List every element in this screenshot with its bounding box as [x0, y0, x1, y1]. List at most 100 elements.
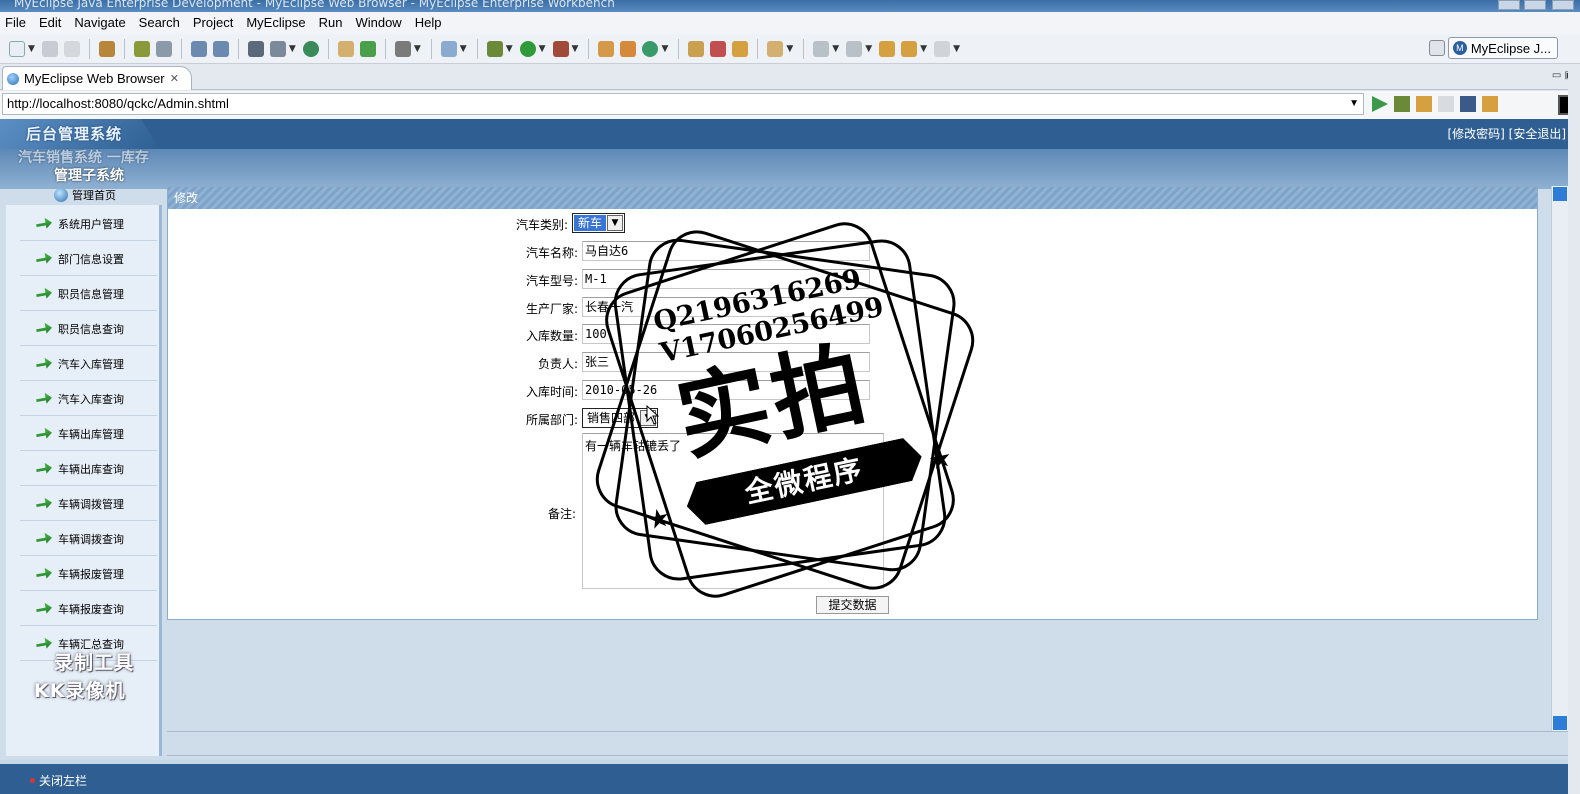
home-link[interactable]: 管理首页 [54, 187, 116, 203]
snapshot-icon[interactable] [394, 40, 411, 57]
snapshot-dropdown-icon[interactable]: ▼ [414, 44, 421, 54]
quantity-input[interactable]: 100 [582, 324, 870, 344]
open-folder2-icon[interactable] [767, 40, 784, 57]
bug-icon[interactable] [133, 40, 150, 57]
menu-file[interactable]: File [0, 12, 34, 34]
next-annotation-dropdown-icon[interactable]: ▼ [832, 44, 839, 54]
refresh-folder-icon[interactable] [359, 40, 376, 57]
debug-icon[interactable] [486, 40, 503, 57]
open-resource-icon[interactable] [710, 40, 727, 57]
open-folder2-dropdown-icon[interactable]: ▼ [786, 44, 793, 54]
sidebar-item-vehicle-outbound-management[interactable]: 车辆出库管理 [20, 417, 157, 451]
new-dropdown-icon[interactable]: ▼ [28, 44, 35, 54]
server-dropdown-icon[interactable]: ▼ [289, 44, 296, 54]
save-icon[interactable] [41, 40, 58, 57]
sidebar-item-label: 汽车入库查询 [58, 392, 124, 406]
external-tools-dropdown-icon[interactable]: ▼ [572, 44, 579, 54]
last-edit-icon[interactable] [879, 40, 896, 57]
car-model-input[interactable]: M-1 [582, 269, 870, 289]
manufacturer-input[interactable]: 长春一汽 [582, 297, 870, 317]
car-type-select[interactable]: 新车 ▼ [572, 213, 626, 233]
window-maximize-button[interactable] [1524, 0, 1546, 10]
sidebar-item-label: 车辆出库查询 [58, 462, 124, 476]
sidebar-item-vehicle-outbound-query[interactable]: 车辆出库查询 [20, 452, 157, 486]
forward-icon[interactable] [934, 40, 951, 57]
menu-myeclipse[interactable]: MyEclipse [241, 12, 313, 34]
run-icon[interactable] [519, 40, 536, 57]
new-project-icon[interactable] [598, 40, 615, 57]
debug-dropdown-icon[interactable]: ▼ [506, 44, 513, 54]
url-dropdown-icon[interactable]: ▼ [1349, 94, 1359, 114]
new-class-icon[interactable] [440, 40, 457, 57]
divider [167, 755, 1568, 756]
new-icon[interactable] [9, 40, 25, 57]
sidebar-item-department-settings[interactable]: 部门信息设置 [20, 242, 157, 276]
favorites-icon[interactable] [1394, 96, 1410, 112]
forward-dropdown-icon[interactable]: ▼ [953, 44, 960, 54]
external-tools-icon[interactable] [552, 40, 569, 57]
open-type-icon[interactable] [688, 40, 705, 57]
deploy-icon[interactable] [247, 40, 264, 57]
window-close-button[interactable] [1552, 0, 1574, 10]
new-web-icon[interactable] [642, 40, 659, 57]
sidebar-item-car-inbound-management[interactable]: 汽车入库管理 [20, 347, 157, 381]
new-package-icon[interactable] [620, 40, 637, 57]
back-dropdown-icon[interactable]: ▼ [920, 44, 927, 54]
browser-forward-icon[interactable] [1438, 96, 1454, 112]
open-folder-icon[interactable] [337, 40, 354, 57]
package-icon[interactable] [98, 40, 115, 57]
prev-annotation-dropdown-icon[interactable]: ▼ [865, 44, 872, 54]
robot-icon[interactable] [155, 40, 172, 57]
browser-refresh-icon[interactable] [1482, 96, 1498, 112]
browser-back-icon[interactable] [1416, 96, 1432, 112]
sidebar-item-vehicle-transfer-management[interactable]: 车辆调拨管理 [20, 487, 157, 521]
scroll-down-icon[interactable] [1553, 716, 1567, 730]
sidebar-item-vehicle-scrap-management[interactable]: 车辆报废管理 [20, 557, 157, 591]
globe-icon[interactable] [302, 40, 319, 57]
menu-edit[interactable]: Edit [34, 12, 69, 34]
sidebar-item-vehicle-transfer-query[interactable]: 车辆调拨查询 [20, 522, 157, 556]
tab-web-browser[interactable]: MyEclipse Web Browser ✕ [2, 66, 192, 90]
print-icon[interactable] [63, 40, 80, 57]
menu-window[interactable]: Window [350, 12, 409, 34]
perspective-switcher[interactable]: M MyEclipse J... [1447, 37, 1558, 59]
scroll-up-icon[interactable] [1553, 187, 1567, 201]
menu-navigate[interactable]: Navigate [69, 12, 133, 34]
chevron-down-icon[interactable]: ▼ [607, 215, 624, 231]
search-icon[interactable] [190, 40, 207, 57]
prev-annotation-icon[interactable] [846, 40, 863, 57]
menu-help[interactable]: Help [410, 12, 450, 34]
menu-run[interactable]: Run [314, 12, 351, 34]
sidebar-item-staff-management[interactable]: 职员信息管理 [20, 277, 157, 311]
new-class-dropdown-icon[interactable]: ▼ [460, 44, 467, 54]
back-icon[interactable] [901, 40, 918, 57]
menu-project[interactable]: Project [188, 12, 241, 34]
menu-search[interactable]: Search [134, 12, 188, 34]
remark-textarea[interactable]: 有一辆车轱辘丢了 [582, 433, 884, 589]
window-minimize-button[interactable] [1498, 0, 1520, 10]
run-dropdown-icon[interactable]: ▼ [539, 44, 546, 54]
next-annotation-icon[interactable] [813, 40, 830, 57]
new-web-dropdown-icon[interactable]: ▼ [661, 44, 668, 54]
close-left-panel-link[interactable]: 关闭左栏 [30, 772, 87, 789]
go-icon[interactable] [1372, 96, 1388, 112]
stop-icon[interactable] [1460, 96, 1476, 112]
car-name-input[interactable]: 马自达6 [582, 241, 870, 261]
sidebar-item-label: 车辆报废管理 [58, 567, 124, 581]
page-scrollbar[interactable] [1551, 186, 1568, 731]
search-replace-icon[interactable] [212, 40, 229, 57]
submit-button[interactable]: 提交数据 [816, 596, 889, 614]
sidebar-item-vehicle-scrap-query[interactable]: 车辆报废查询 [20, 592, 157, 626]
server-icon[interactable] [269, 40, 286, 57]
header-links[interactable]: [修改密码] [安全退出] [1447, 125, 1566, 142]
date-input[interactable]: 2010-05-26 [582, 380, 870, 400]
site-header: 后台管理系统 [修改密码] [安全退出] [0, 119, 1568, 149]
close-icon[interactable]: ✕ [170, 72, 179, 85]
url-input[interactable]: http://localhost:8080/qckc/Admin.shtml ▼ [2, 93, 1364, 115]
sidebar-item-staff-query[interactable]: 职员信息查询 [20, 312, 157, 346]
sidebar-item-car-inbound-query[interactable]: 汽车入库查询 [20, 382, 157, 416]
person-input[interactable]: 张三 [582, 352, 870, 372]
open-task-icon[interactable] [732, 40, 749, 57]
open-perspective-icon[interactable] [1429, 40, 1445, 56]
sidebar-item-system-users[interactable]: 系统用户管理 [20, 207, 157, 241]
